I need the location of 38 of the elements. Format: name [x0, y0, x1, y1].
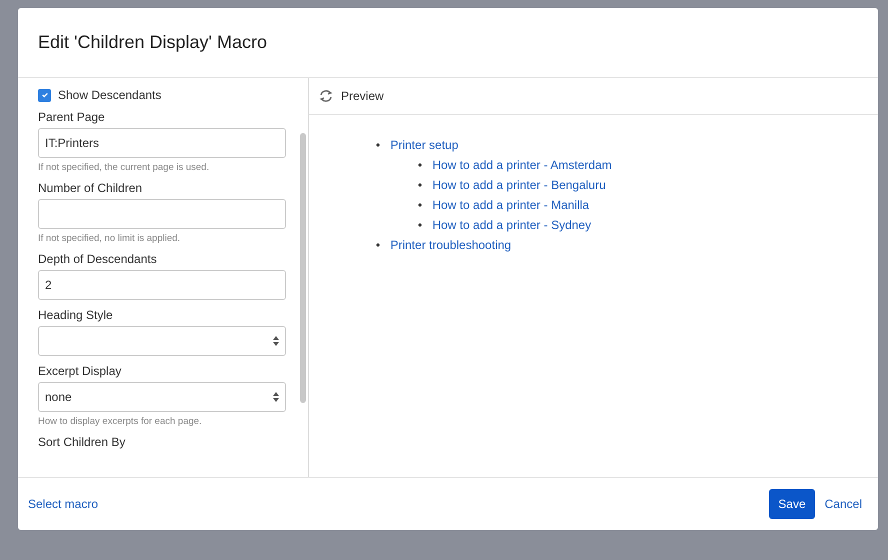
- updown-icon: [273, 392, 279, 402]
- checkmark-icon: [40, 91, 48, 99]
- bullet: •: [416, 177, 424, 194]
- dialog-title: Edit 'Children Display' Macro: [38, 32, 267, 53]
- input-field[interactable]: 2: [38, 270, 286, 300]
- bullet: •: [374, 137, 382, 154]
- help-text: How to display excerpts for each page.: [38, 416, 203, 427]
- select-field[interactable]: none: [38, 382, 286, 412]
- save-button[interactable]: Save: [769, 489, 815, 519]
- input-field[interactable]: [38, 199, 286, 229]
- bullet: •: [374, 237, 382, 254]
- select-field[interactable]: [38, 326, 286, 356]
- cancel-button[interactable]: Cancel: [820, 489, 866, 519]
- select-macro-link[interactable]: Select macro: [28, 497, 98, 511]
- bullet: •: [416, 157, 424, 174]
- input-field[interactable]: IT:Printers: [38, 128, 286, 158]
- select-value: none: [45, 390, 72, 404]
- refresh-icon: [319, 89, 333, 103]
- field-label: Heading Style: [38, 308, 114, 322]
- preview-title: Preview: [341, 89, 384, 103]
- bullet: •: [416, 197, 424, 214]
- page-link[interactable]: How to add a printer - Manilla: [432, 198, 590, 212]
- field-label: Sort Children By: [38, 435, 126, 449]
- field-label: Excerpt Display: [38, 364, 122, 378]
- page-link[interactable]: How to add a printer - Bengaluru: [432, 178, 606, 192]
- field-label: Depth of Descendants: [38, 252, 158, 266]
- checkbox-label: Show Descendants: [58, 88, 162, 102]
- bullet: •: [416, 217, 424, 234]
- help-text: If not specified, no limit is applied.: [38, 233, 182, 244]
- field-label: Parent Page: [38, 110, 106, 124]
- page-link[interactable]: How to add a printer - Sydney: [432, 218, 592, 232]
- checkbox[interactable]: [38, 88, 51, 102]
- field-label: Number of Children: [38, 181, 144, 195]
- help-text: If not specified, the current page is used.: [38, 162, 210, 173]
- page-link[interactable]: How to add a printer - Amsterdam: [432, 158, 612, 172]
- updown-icon: [273, 336, 279, 346]
- page-link[interactable]: Printer setup: [390, 138, 458, 152]
- page-link[interactable]: Printer troubleshooting: [390, 238, 512, 252]
